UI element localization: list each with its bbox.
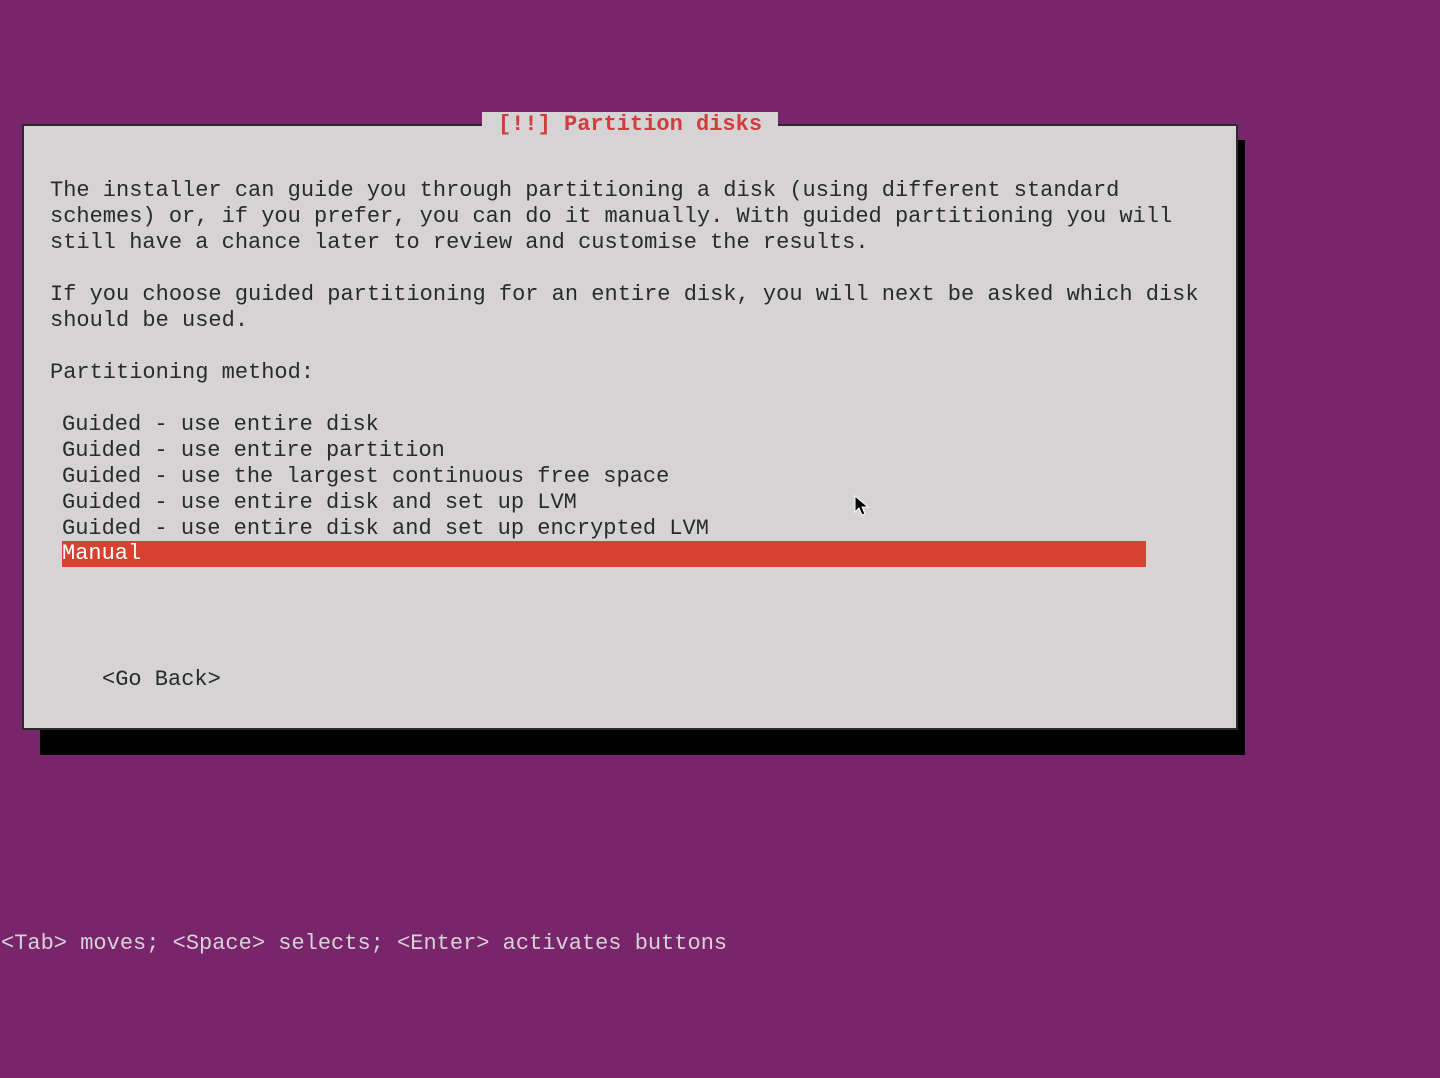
intro-paragraph-1: The installer can guide you through part… [50, 178, 1210, 256]
menu-item-manual[interactable]: Manual [62, 541, 1146, 567]
partitioning-method-label: Partitioning method: [50, 360, 1210, 386]
intro-paragraph-2: If you choose guided partitioning for an… [50, 282, 1210, 334]
footer-hint: <Tab> moves; <Space> selects; <Enter> ac… [1, 931, 727, 956]
partitioning-method-menu: Guided - use entire disk Guided - use en… [62, 412, 1210, 568]
menu-item-guided-lvm[interactable]: Guided - use entire disk and set up LVM [62, 490, 1210, 516]
menu-item-guided-entire-partition[interactable]: Guided - use entire partition [62, 438, 1210, 464]
go-back-button[interactable]: <Go Back> [102, 667, 1210, 693]
dialog-title: [!!] Partition disks [482, 112, 778, 137]
dialog-title-text: [!!] Partition disks [498, 112, 762, 137]
dialog-content: The installer can guide you through part… [24, 126, 1236, 717]
menu-item-guided-encrypted-lvm[interactable]: Guided - use entire disk and set up encr… [62, 516, 1210, 542]
menu-item-guided-largest-free[interactable]: Guided - use the largest continuous free… [62, 464, 1210, 490]
menu-item-guided-entire-disk[interactable]: Guided - use entire disk [62, 412, 1210, 438]
partition-dialog: [!!] Partition disks The installer can g… [22, 124, 1238, 730]
